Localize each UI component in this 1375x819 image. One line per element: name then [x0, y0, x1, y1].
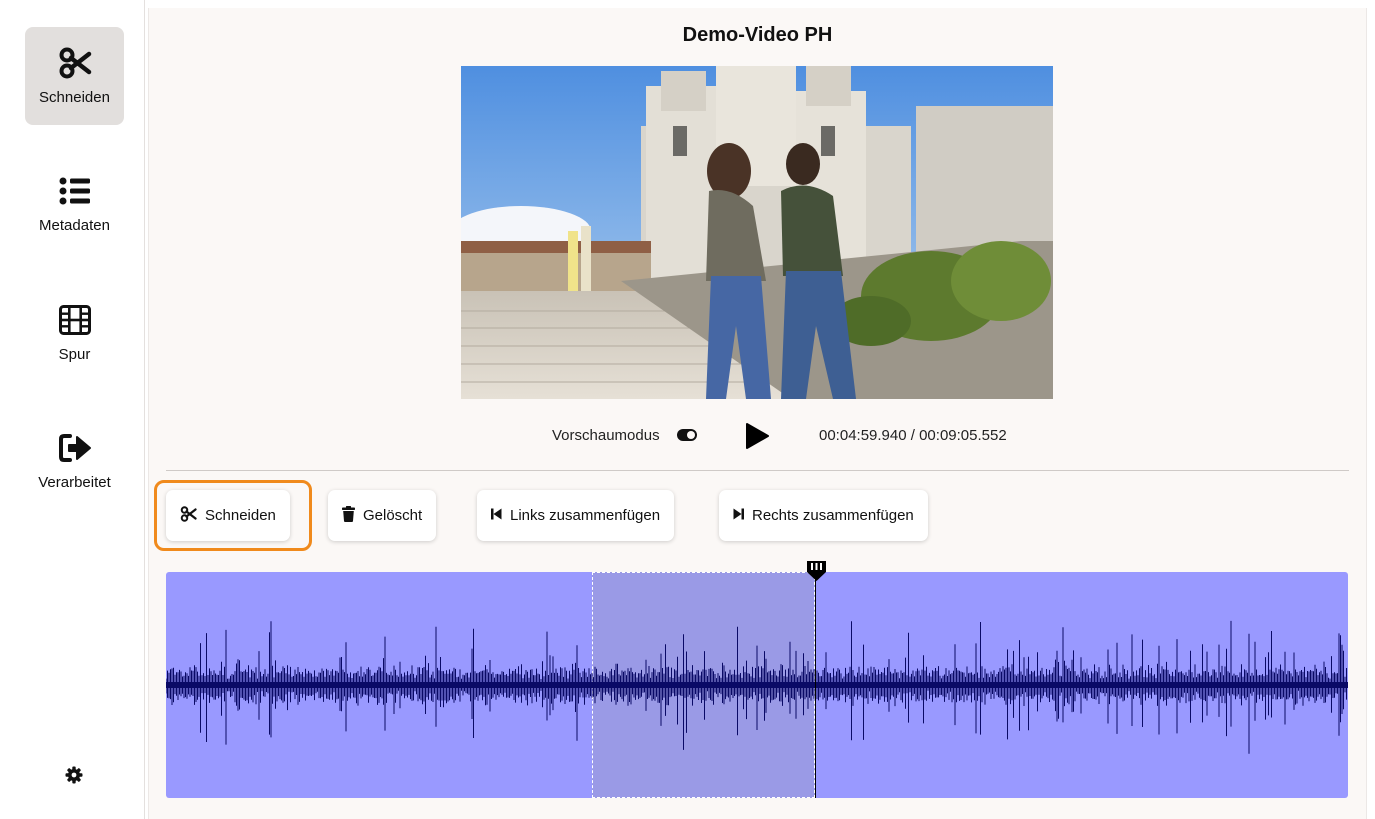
sidebar: Schneiden Metadaten Spur Verarbeitet: [0, 0, 145, 819]
scissors-icon: [180, 505, 197, 526]
merge-right-label: Rechts zusammenfügen: [752, 507, 914, 524]
page-title: Demo-Video PH: [682, 24, 833, 46]
sidebar-item-schneiden[interactable]: Schneiden: [25, 27, 124, 125]
sidebar-item-spur[interactable]: Spur: [25, 284, 124, 382]
trash-icon: [342, 505, 355, 526]
gear-icon[interactable]: [63, 764, 85, 786]
sidebar-item-label: Schneiden: [39, 89, 110, 106]
step-forward-icon: [733, 507, 744, 524]
sign-out-icon: [58, 430, 92, 466]
sidebar-item-metadaten[interactable]: Metadaten: [25, 155, 124, 253]
preview-mode-toggle[interactable]: [677, 429, 697, 441]
list-icon: [59, 173, 91, 209]
playback-controls: Vorschaumodus 00:04:59.940 / 00:09:05.55…: [149, 422, 1366, 450]
deleted-button-label: Gelöscht: [363, 507, 423, 524]
cut-button[interactable]: Schneiden: [166, 490, 290, 541]
step-backward-icon: [491, 507, 502, 524]
sidebar-item-label: Metadaten: [39, 217, 110, 234]
merge-left-button[interactable]: Links zusammenfügen: [477, 490, 675, 541]
waveform-track[interactable]: [166, 572, 1348, 798]
play-icon[interactable]: [744, 422, 770, 450]
sidebar-item-verarbeitet[interactable]: Verarbeitet: [25, 412, 124, 510]
video-frame: [461, 66, 1053, 399]
deleted-button[interactable]: Gelöscht: [328, 490, 437, 541]
scissors-icon: [58, 45, 92, 81]
video-player[interactable]: [461, 66, 1053, 399]
merge-right-button[interactable]: Rechts zusammenfügen: [719, 490, 928, 541]
divider: [166, 470, 1349, 471]
time-display: 00:04:59.940 / 00:09:05.552: [819, 427, 1007, 444]
sidebar-item-label: Spur: [58, 346, 91, 363]
preview-mode-label: Vorschaumodus: [552, 427, 660, 444]
waveform: [166, 620, 1348, 754]
merge-left-label: Links zusammenfügen: [510, 507, 661, 524]
main-area: Demo-Video PH Vorschaumodus 00:04:59.940…: [148, 8, 1367, 819]
film-icon: [58, 302, 91, 338]
sidebar-item-label: Verarbeitet: [38, 474, 111, 491]
playhead-line: [815, 572, 816, 798]
playhead-handle[interactable]: [806, 560, 827, 582]
cut-button-label: Schneiden: [205, 507, 276, 524]
